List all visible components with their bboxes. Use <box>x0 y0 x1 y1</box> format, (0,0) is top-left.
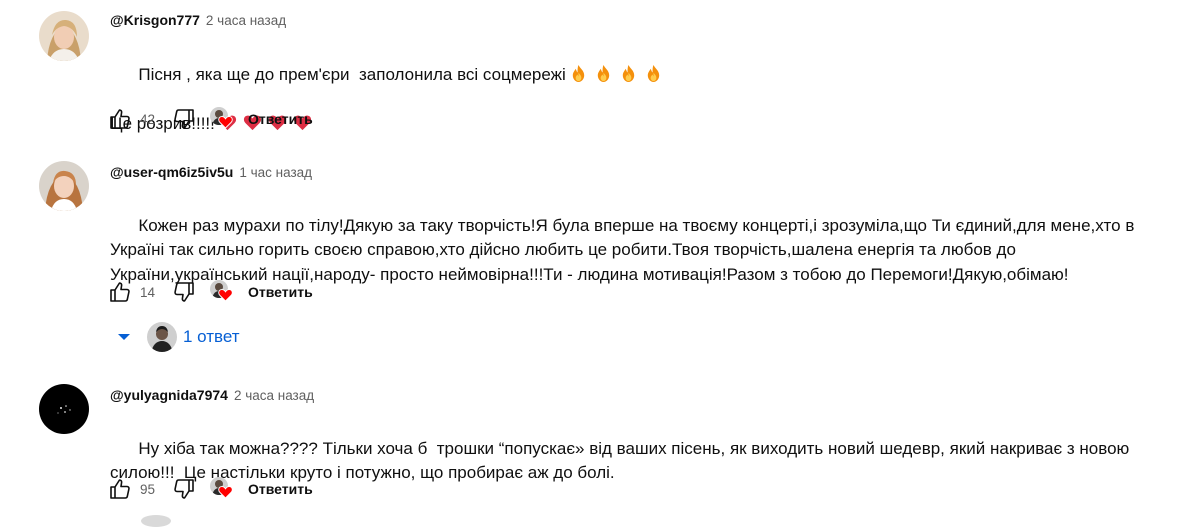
thumb-down-icon <box>174 282 194 302</box>
comment-text-line: Кожен раз мурахи по тілу!Дякую за таку т… <box>138 215 1135 235</box>
like-count: 14 <box>140 284 156 300</box>
creator-heart-badge[interactable] <box>208 476 234 502</box>
heart-icon <box>218 116 233 129</box>
reply-button[interactable]: Ответить <box>246 105 315 133</box>
comment-author[interactable]: @Krisgon777 <box>110 12 200 28</box>
like-count: 95 <box>140 481 156 497</box>
comment-text-line: Ну хіба так можна???? Тільки хоча б трош… <box>138 438 1130 458</box>
comment-text: Пісня , яка ще до прем'єри заполонила вс… <box>110 38 1180 161</box>
avatar[interactable] <box>39 384 89 434</box>
comment-timestamp[interactable]: 2 часа назад <box>234 388 314 403</box>
fire-emoji-icon <box>594 64 613 83</box>
comment-author[interactable]: @user-qm6iz5iv5u <box>110 164 233 180</box>
thumb-up-icon <box>110 479 130 499</box>
show-replies-button[interactable]: 1 ответ <box>112 319 240 355</box>
fire-emoji-icon <box>644 64 663 83</box>
creator-heart-badge[interactable] <box>208 279 234 305</box>
creator-heart-badge[interactable] <box>208 106 234 132</box>
avatar[interactable] <box>39 11 89 61</box>
comment-timestamp[interactable]: 2 часа назад <box>206 13 286 28</box>
thumb-up-icon <box>110 282 130 302</box>
replies-count-label[interactable]: 1 ответ <box>183 327 240 347</box>
next-comment-avatar-edge <box>141 515 171 527</box>
reply-button[interactable]: Ответить <box>246 278 315 306</box>
reply-button[interactable]: Ответить <box>246 475 315 503</box>
comment-author[interactable]: @yulyagnida7974 <box>110 387 228 403</box>
fire-emoji-icon <box>619 64 638 83</box>
like-button[interactable] <box>104 474 136 504</box>
like-count: 42 <box>140 111 156 127</box>
like-button[interactable] <box>104 277 136 307</box>
heart-icon <box>218 289 233 302</box>
thumb-down-icon <box>174 109 194 129</box>
fire-emoji-icon <box>569 64 588 83</box>
creator-avatar <box>147 322 177 352</box>
thumb-down-icon <box>174 479 194 499</box>
heart-icon <box>218 486 233 499</box>
dislike-button[interactable] <box>168 104 200 134</box>
comment-text-line: Пісня , яка ще до прем'єри заполонила вс… <box>138 64 566 84</box>
comment-timestamp[interactable]: 1 час назад <box>239 165 312 180</box>
dislike-button[interactable] <box>168 277 200 307</box>
thumb-up-icon <box>110 109 130 129</box>
like-button[interactable] <box>104 104 136 134</box>
comment-text-line: Україні так сильно горить своєю справою,… <box>110 240 1016 259</box>
chevron-down-icon <box>112 325 136 349</box>
avatar[interactable] <box>39 161 89 211</box>
dislike-button[interactable] <box>168 474 200 504</box>
